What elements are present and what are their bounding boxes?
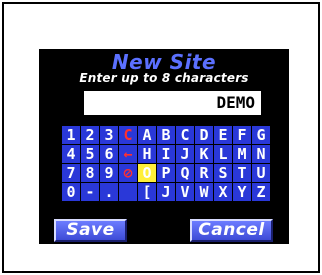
key-label: T <box>237 164 247 182</box>
key-5[interactable]: 5 <box>81 145 99 163</box>
key-label: 4 <box>66 145 76 163</box>
key-label: ← <box>123 145 133 163</box>
key-f[interactable]: F <box>233 126 251 144</box>
key-label: G <box>256 126 266 144</box>
key-z[interactable]: Z <box>252 183 270 201</box>
key-i[interactable]: I <box>157 145 175 163</box>
key-label: F <box>237 126 247 144</box>
key-d[interactable]: D <box>195 126 213 144</box>
key-c[interactable]: C <box>176 126 194 144</box>
key-label: W <box>199 183 209 201</box>
key-4[interactable]: 4 <box>62 145 80 163</box>
key-a[interactable]: A <box>138 126 156 144</box>
key-label: E <box>218 126 228 144</box>
key-0[interactable]: 0 <box>62 183 80 201</box>
space-key[interactable]: ⊘ <box>119 164 137 182</box>
key-label: J <box>180 145 190 163</box>
key-label: B <box>161 126 171 144</box>
key-m[interactable]: M <box>233 145 251 163</box>
key-label: A <box>142 126 152 144</box>
cancel-button[interactable]: Cancel <box>190 219 273 242</box>
key-3[interactable]: 3 <box>100 126 118 144</box>
key-j[interactable]: J <box>157 183 175 201</box>
key-label: U <box>256 164 266 182</box>
save-button[interactable]: Save <box>54 219 127 242</box>
key-label: L <box>218 145 228 163</box>
key-label: M <box>237 145 247 163</box>
key-1[interactable]: 1 <box>62 126 80 144</box>
key-label: Z <box>256 183 266 201</box>
character-keyboard: 1 2 3 C A B C D E F G 4 5 6 ← H I J K L M N 7 8 9 ⊘ O P Q R S T U 0-.[J V W… <box>62 126 270 201</box>
key-label: X <box>218 183 228 201</box>
key-u[interactable]: U <box>252 164 270 182</box>
key-label: J <box>161 183 171 201</box>
key-label: Y <box>237 183 247 201</box>
key-label: 2 <box>85 126 95 144</box>
key-dash[interactable]: - <box>81 183 99 201</box>
key-h[interactable]: H <box>138 145 156 163</box>
key-label: S <box>218 164 228 182</box>
key-9[interactable]: 9 <box>100 164 118 182</box>
key-label: 5 <box>85 145 95 163</box>
key-label: . <box>104 183 114 201</box>
key-6[interactable]: 6 <box>100 145 118 163</box>
key-label: 8 <box>85 164 95 182</box>
key-label: K <box>199 145 209 163</box>
key-t[interactable]: T <box>233 164 251 182</box>
key-o[interactable]: O <box>138 164 156 182</box>
key-label: R <box>199 164 209 182</box>
key-label: - <box>85 183 95 201</box>
key-dot[interactable]: . <box>100 183 118 201</box>
key-g[interactable]: G <box>252 126 270 144</box>
key-label: N <box>256 145 266 163</box>
site-name-field[interactable]: DEMO <box>84 91 261 115</box>
key-p[interactable]: P <box>157 164 175 182</box>
key-label: Q <box>180 164 190 182</box>
key-n[interactable]: N <box>252 145 270 163</box>
key-b[interactable]: B <box>157 126 175 144</box>
key-w[interactable]: W <box>195 183 213 201</box>
key-r[interactable]: R <box>195 164 213 182</box>
key-label: [ <box>142 183 152 201</box>
backspace-key[interactable]: ← <box>119 145 137 163</box>
key-v[interactable]: V <box>176 183 194 201</box>
key-label: I <box>161 145 171 163</box>
device-screen: New Site Enter up to 8 characters DEMO 1… <box>39 49 289 244</box>
key-label: P <box>161 164 171 182</box>
key-label: C <box>180 126 190 144</box>
key-q[interactable]: Q <box>176 164 194 182</box>
key-e[interactable]: E <box>214 126 232 144</box>
key-7[interactable]: 7 <box>62 164 80 182</box>
key-s[interactable]: S <box>214 164 232 182</box>
dialog-subtitle: Enter up to 8 characters <box>79 71 249 85</box>
key-label: 3 <box>104 126 114 144</box>
key-label: 7 <box>66 164 76 182</box>
blank-key[interactable] <box>119 183 137 201</box>
key-label: V <box>180 183 190 201</box>
key-8[interactable]: 8 <box>81 164 99 182</box>
key-l[interactable]: L <box>214 145 232 163</box>
app-frame: New Site Enter up to 8 characters DEMO 1… <box>2 2 320 273</box>
key-bracket[interactable]: [ <box>138 183 156 201</box>
key-y[interactable]: Y <box>233 183 251 201</box>
key-label: 9 <box>104 164 114 182</box>
key-label: H <box>142 145 152 163</box>
key-label: ⊘ <box>123 164 133 182</box>
key-label: 6 <box>104 145 114 163</box>
key-2[interactable]: 2 <box>81 126 99 144</box>
key-x[interactable]: X <box>214 183 232 201</box>
dialog-title: New Site <box>111 50 217 74</box>
key-k[interactable]: K <box>195 145 213 163</box>
key-label: O <box>142 164 152 182</box>
key-label: C <box>123 126 133 144</box>
key-j[interactable]: J <box>176 145 194 163</box>
clear-key[interactable]: C <box>119 126 137 144</box>
key-label: D <box>199 126 209 144</box>
key-label: 0 <box>66 183 76 201</box>
key-label: 1 <box>66 126 76 144</box>
